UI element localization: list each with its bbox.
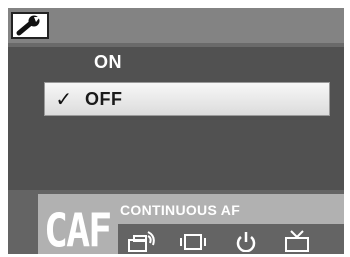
camera-menu-screen: ON ✓ OFF CAF CONTINUOUS AF — [8, 8, 344, 254]
mode-name: CONTINUOUS AF — [120, 202, 241, 218]
camera-mode-icon — [128, 231, 155, 252]
tv-icon — [285, 230, 309, 252]
power-icon — [236, 232, 256, 252]
tab-camera-mode[interactable] — [126, 230, 156, 252]
check-icon: ✓ — [55, 88, 73, 111]
option-label: ON — [94, 51, 122, 72]
mode-code: CAF — [44, 205, 112, 254]
display-icon — [180, 234, 206, 250]
option-off[interactable]: ✓ OFF — [44, 82, 330, 116]
tab-tv[interactable] — [282, 230, 312, 252]
tab-display[interactable] — [178, 230, 208, 252]
menu-header — [8, 8, 344, 43]
tab-power[interactable] — [231, 230, 261, 252]
option-on[interactable]: ON — [44, 46, 330, 78]
option-label: OFF — [85, 88, 123, 109]
wrench-icon — [16, 15, 40, 35]
settings-tab[interactable] — [11, 12, 49, 39]
